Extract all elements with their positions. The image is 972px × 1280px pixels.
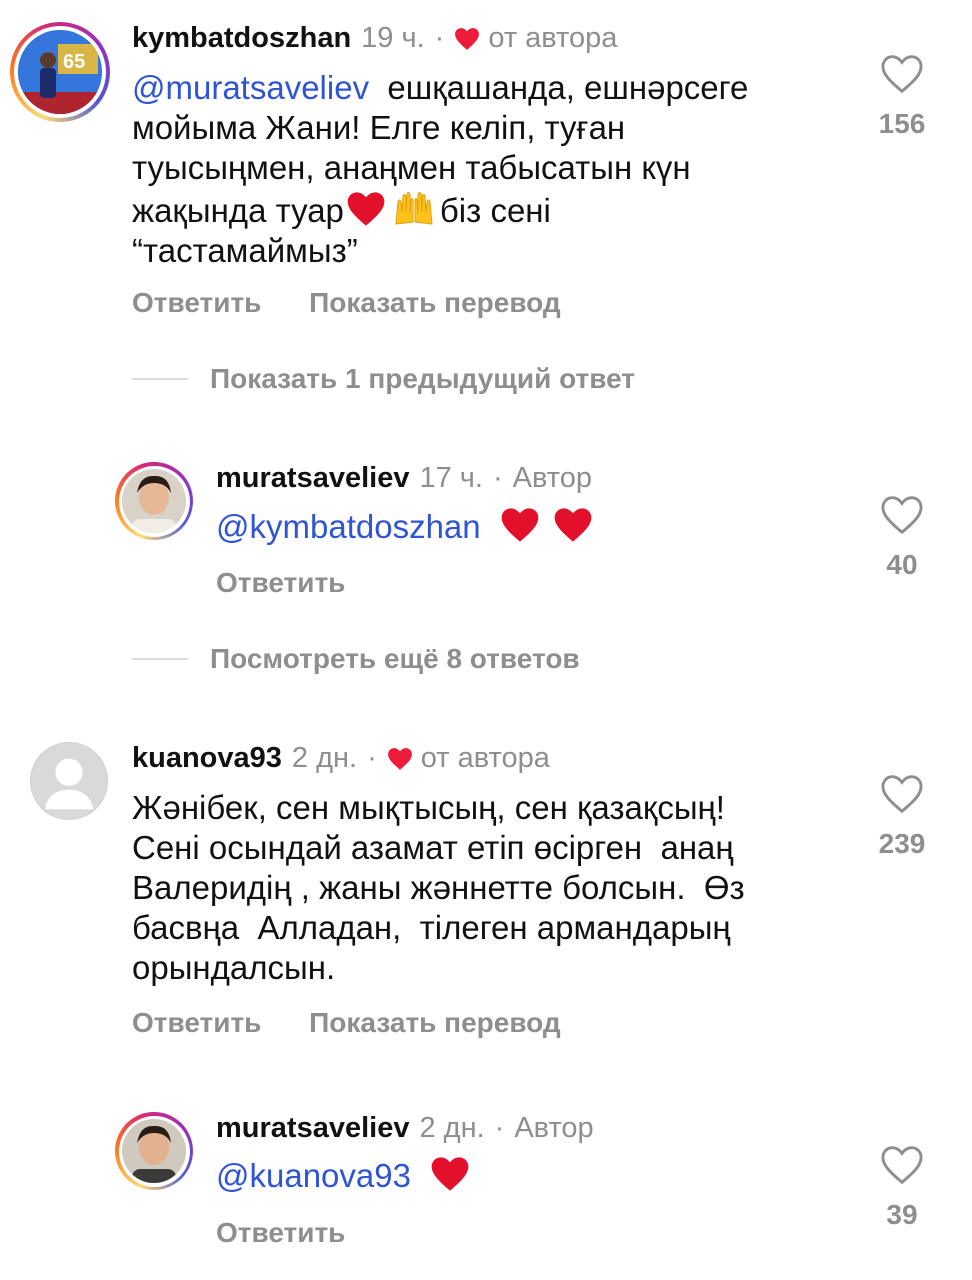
avatar-muratsaveliev[interactable] xyxy=(115,462,193,540)
like-control: 40 xyxy=(862,495,942,581)
like-count: 39 xyxy=(886,1199,918,1230)
comment-actions: Ответить xyxy=(216,567,385,599)
reply-button[interactable]: Ответить xyxy=(132,287,261,318)
author-tag: от автора xyxy=(488,22,618,54)
like-count: 156 xyxy=(878,108,926,139)
raising-hands-emoji xyxy=(395,192,433,225)
avatar-photo: 65 xyxy=(18,30,102,114)
avatar-photo xyxy=(122,469,186,533)
liked-by-author-heart-icon xyxy=(455,27,480,50)
comment-text: @muratsaveliev ешқашанда, ешнәрсеге мойы… xyxy=(132,69,749,269)
svg-text:65: 65 xyxy=(63,51,85,73)
heart-outline-icon[interactable] xyxy=(880,774,924,814)
heart-emoji xyxy=(347,192,385,226)
comment-meta: muratsaveliev 2 дн. · Автор xyxy=(216,1112,594,1145)
heart-outline-icon[interactable] xyxy=(880,54,924,94)
like-control: 239 xyxy=(862,774,942,860)
mention-link[interactable]: @muratsaveliev xyxy=(132,69,369,106)
show-previous-label: Показать 1 предыдущий ответ xyxy=(210,363,636,394)
heart-outline-icon[interactable] xyxy=(880,1145,924,1185)
like-control: 156 xyxy=(862,54,942,140)
avatar-muratsaveliev[interactable] xyxy=(115,1112,193,1190)
heart-emoji xyxy=(554,508,592,542)
like-count: 40 xyxy=(886,549,918,580)
heart-emoji xyxy=(431,1157,469,1191)
comment-actions: Ответить Показать перевод xyxy=(132,1007,601,1039)
avatar-kymbatdoszhan[interactable]: 65 xyxy=(10,22,110,122)
thread-line xyxy=(132,658,188,660)
thread-line xyxy=(132,378,188,380)
separator: · xyxy=(367,742,377,774)
comment-meta: kymbatdoszhan 19 ч. · от автора xyxy=(132,22,617,55)
default-avatar-icon xyxy=(44,758,94,810)
like-control: 39 xyxy=(862,1145,942,1231)
heart-outline-icon[interactable] xyxy=(880,495,924,535)
reply-button[interactable]: Ответить xyxy=(216,567,345,598)
author-tag: Автор xyxy=(514,1112,594,1144)
timestamp: 17 ч. xyxy=(419,462,483,494)
separator: · xyxy=(492,462,503,494)
separator: · xyxy=(434,22,445,54)
show-translation-button[interactable]: Показать перевод xyxy=(309,1007,561,1038)
comment-text: @kymbatdoszhan xyxy=(216,506,595,547)
reply-button[interactable]: Ответить xyxy=(216,1217,345,1248)
comment-text: @kuanova93 xyxy=(216,1155,472,1196)
separator: · xyxy=(494,1112,505,1144)
heart-emoji xyxy=(501,508,539,542)
avatar-photo xyxy=(122,1119,186,1183)
comment-text: Жәнібек, сен мықтысың, сен қазақсың! Сен… xyxy=(132,789,745,986)
comment-meta: kuanova93 2 дн. · от автора xyxy=(132,742,550,775)
liked-by-author-heart-icon xyxy=(387,747,412,770)
username[interactable]: muratsaveliev xyxy=(216,1112,409,1145)
like-count: 239 xyxy=(878,828,926,859)
mention-link[interactable]: @kuanova93 xyxy=(216,1157,411,1194)
reply-button[interactable]: Ответить xyxy=(132,1007,261,1038)
mention-link[interactable]: @kymbatdoszhan xyxy=(216,508,481,545)
timestamp: 2 дн. xyxy=(419,1112,485,1144)
username[interactable]: muratsaveliev xyxy=(216,462,409,495)
username[interactable]: kymbatdoszhan xyxy=(132,22,351,55)
show-translation-button[interactable]: Показать перевод xyxy=(309,287,561,318)
comment-actions: Ответить Показать перевод xyxy=(132,287,601,319)
timestamp: 2 дн. xyxy=(291,742,358,774)
comment-actions: Ответить xyxy=(216,1217,385,1249)
avatar-kuanova93[interactable] xyxy=(30,742,108,820)
author-tag: от автора xyxy=(420,742,550,774)
show-more-replies[interactable]: Посмотреть ещё 8 ответов xyxy=(132,643,580,675)
author-tag: Автор xyxy=(512,462,592,494)
comment-meta: muratsaveliev 17 ч. · Автор xyxy=(216,462,592,495)
show-previous-replies[interactable]: Показать 1 предыдущий ответ xyxy=(132,363,635,395)
username[interactable]: kuanova93 xyxy=(132,742,282,775)
show-more-label: Посмотреть ещё 8 ответов xyxy=(210,643,580,674)
timestamp: 19 ч. xyxy=(361,22,425,54)
